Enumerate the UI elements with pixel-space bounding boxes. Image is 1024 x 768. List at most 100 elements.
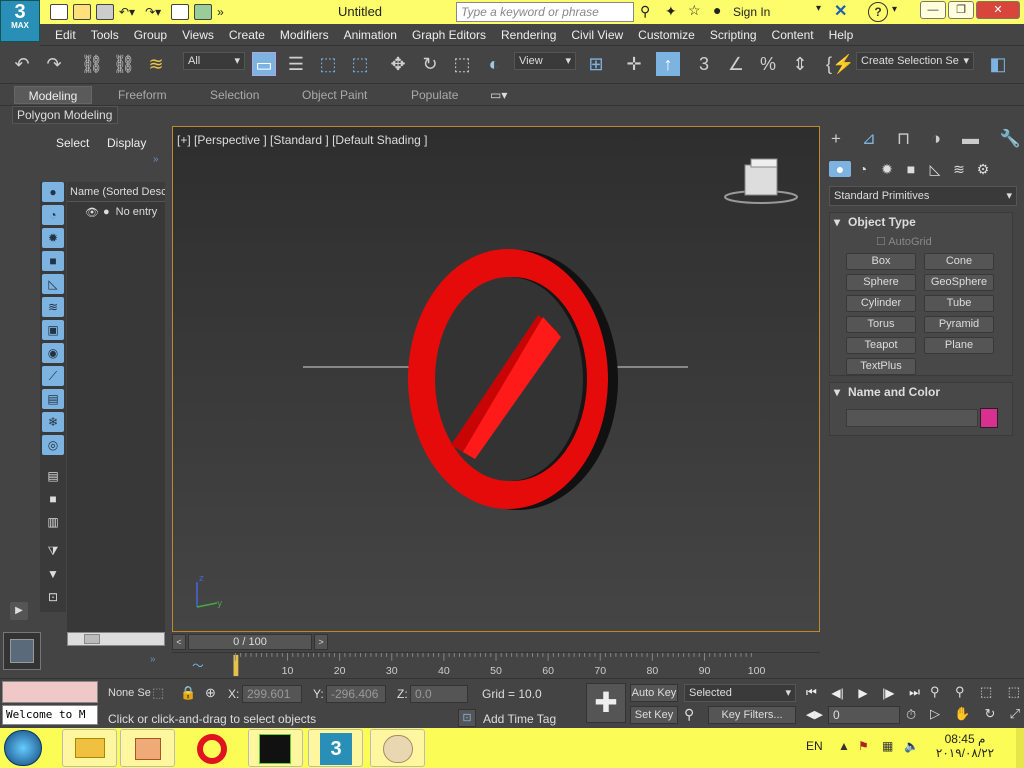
percent-snap-icon[interactable]: % xyxy=(756,52,780,76)
shapes-filter-icon[interactable]: ◔ xyxy=(42,205,64,225)
field-of-view-icon[interactable]: ▷ xyxy=(930,706,940,722)
horizontal-scrollbar[interactable] xyxy=(67,632,165,646)
tab-populate[interactable]: Populate xyxy=(411,86,458,104)
maximize-button[interactable]: ❐ xyxy=(948,1,974,19)
zoom-all-icon[interactable]: ⚲ xyxy=(955,684,965,700)
systems-icon[interactable]: ⚙ xyxy=(971,161,995,178)
tab-modeling[interactable]: Modeling xyxy=(14,86,92,104)
cone-button[interactable]: Cone xyxy=(924,253,994,270)
cameras-filter-icon[interactable]: ■ xyxy=(42,251,64,271)
menu-modifiers[interactable]: Modifiers xyxy=(280,24,329,46)
clock[interactable]: 08:45 م ٢٠١٩/٠٨/٢٢ xyxy=(930,732,1000,760)
menu-views[interactable]: Views xyxy=(182,24,214,46)
paint-taskbar-icon[interactable] xyxy=(370,729,425,767)
volume-icon[interactable]: 🔈 xyxy=(904,739,919,753)
frame-indicator[interactable]: 0 / 100 xyxy=(188,634,312,650)
open-file-icon[interactable] xyxy=(73,4,91,20)
invert-display-icon[interactable]: ▥ xyxy=(42,512,64,532)
menu-animation[interactable]: Animation xyxy=(344,24,397,46)
rect-selection-icon[interactable]: ⬚ xyxy=(316,52,340,76)
perspective-viewport[interactable]: [+] [Perspective ] [Standard ] [Default … xyxy=(172,126,820,632)
unlink-icon[interactable]: ⛓ xyxy=(112,52,136,76)
keyboard-shortcut-override-icon[interactable]: ↑ xyxy=(656,52,680,76)
set-key-button[interactable]: Set Key xyxy=(630,706,678,724)
groups-filter-icon[interactable]: ▣ xyxy=(42,320,64,340)
explorer-taskbar-icon[interactable] xyxy=(62,729,117,767)
tab-selection[interactable]: Selection xyxy=(210,86,259,104)
cylinder-button[interactable]: Cylinder xyxy=(846,295,916,312)
favorites-icon[interactable]: ☆ xyxy=(688,2,701,19)
hidden-filter-icon[interactable]: ◎ xyxy=(42,435,64,455)
timeline-ruler[interactable]: 10 20 30 40 50 60 70 80 90 100 〜 xyxy=(172,652,820,678)
object-name-input[interactable] xyxy=(846,409,978,427)
menu-content[interactable]: Content xyxy=(772,24,814,46)
expand-icon[interactable]: » xyxy=(153,154,159,165)
autogrid-checkbox[interactable]: ☐ AutoGrid xyxy=(876,235,932,248)
create-tab-icon[interactable]: + xyxy=(831,129,841,149)
help-icon[interactable]: ? xyxy=(868,2,888,22)
key-filters-button[interactable]: Key Filters... xyxy=(708,706,796,724)
viewport-layout-button[interactable] xyxy=(3,632,41,670)
containers-filter-icon[interactable]: ▤ xyxy=(42,389,64,409)
name-column-header[interactable]: Name (Sorted Desce xyxy=(67,182,165,202)
mirror-icon[interactable]: ◧ xyxy=(986,52,1010,76)
app-logo[interactable]: 3 MAX xyxy=(0,0,40,42)
select-by-name-icon[interactable]: ☰ xyxy=(284,52,308,76)
show-desktop-button[interactable] xyxy=(1016,728,1024,768)
space-warps-filter-icon[interactable]: ≋ xyxy=(42,297,64,317)
move-icon[interactable]: ✥ xyxy=(386,52,410,76)
menu-graph-editors[interactable]: Graph Editors xyxy=(412,24,486,46)
undo-icon[interactable]: ↶ xyxy=(10,52,34,76)
go-to-end-icon[interactable]: ⏭ xyxy=(909,685,920,700)
redo-icon[interactable]: ↷ xyxy=(42,52,66,76)
signin-dropdown-icon[interactable]: ▾ xyxy=(816,3,821,14)
no-sign-object[interactable] xyxy=(408,249,618,510)
more-icon[interactable]: » xyxy=(217,5,224,19)
teapot-button[interactable]: Teapot xyxy=(846,337,916,354)
tab-object-paint[interactable]: Object Paint xyxy=(302,86,367,104)
menu-customize[interactable]: Customize xyxy=(638,24,695,46)
name-color-title[interactable]: Name and Color xyxy=(848,385,940,399)
filter-icon[interactable]: ▼ xyxy=(42,564,64,584)
media-player-taskbar-icon[interactable] xyxy=(120,729,175,767)
menu-edit[interactable]: Edit xyxy=(55,24,76,46)
named-selection-set-select[interactable]: Create Selection Se xyxy=(856,52,974,70)
save-icon[interactable] xyxy=(96,4,114,20)
window-crossing-icon[interactable]: ⬚ xyxy=(348,52,372,76)
opera-taskbar-icon[interactable] xyxy=(184,729,239,767)
next-frame-icon[interactable]: |▶ xyxy=(882,686,894,700)
box-button[interactable]: Box xyxy=(846,253,916,270)
set-key-big-icon[interactable]: ✚ xyxy=(586,683,626,723)
polygon-modeling-panel[interactable]: Polygon Modeling xyxy=(12,106,118,124)
zoom-extents-all-icon[interactable]: ⬚ xyxy=(1008,684,1020,700)
display-tab-icon[interactable]: ▬ xyxy=(962,129,979,149)
filter-funnel-icon[interactable]: ⧩ xyxy=(42,541,64,561)
motion-tab-icon[interactable]: ◑ xyxy=(931,129,941,149)
helpers-icon[interactable]: ◺ xyxy=(923,161,947,178)
prev-frame-icon[interactable]: < xyxy=(172,634,186,650)
scale-icon[interactable]: ⬚ xyxy=(450,52,474,76)
current-frame-input[interactable]: 0 xyxy=(828,706,900,724)
pyramid-button[interactable]: Pyramid xyxy=(924,316,994,333)
tab-display[interactable]: Display xyxy=(107,136,146,150)
start-button[interactable] xyxy=(4,730,42,766)
list-item[interactable]: 👁 ● No entry xyxy=(67,202,165,222)
x-coordinate-input[interactable]: 299.601 xyxy=(242,685,302,703)
rotate-icon[interactable]: ↻ xyxy=(418,52,442,76)
language-indicator[interactable]: EN xyxy=(806,739,823,753)
menu-rendering[interactable]: Rendering xyxy=(501,24,556,46)
render-dot-icon[interactable]: ● xyxy=(103,206,110,218)
object-type-title-arrow[interactable]: ▾ xyxy=(834,215,840,229)
orbit-icon[interactable]: ↻ xyxy=(985,706,996,722)
network-icon[interactable]: ▦ xyxy=(882,739,893,753)
layer-icon[interactable]: ⊡ xyxy=(42,587,64,607)
selection-lock-icon[interactable]: 🔒 xyxy=(180,685,196,701)
go-to-start-icon[interactable]: ⏮ xyxy=(806,685,817,700)
select-object-icon[interactable]: ▭ xyxy=(252,52,276,76)
key-mode-select[interactable]: Selected xyxy=(684,684,796,702)
close-button[interactable]: ✕ xyxy=(976,1,1020,19)
auto-key-button[interactable]: Auto Key xyxy=(630,684,678,702)
primitive-category-select[interactable]: Standard Primitives xyxy=(829,186,1017,206)
expand-timeline-icon[interactable]: » xyxy=(150,654,156,665)
utilities-tab-icon[interactable]: 🔧 xyxy=(1000,129,1021,149)
